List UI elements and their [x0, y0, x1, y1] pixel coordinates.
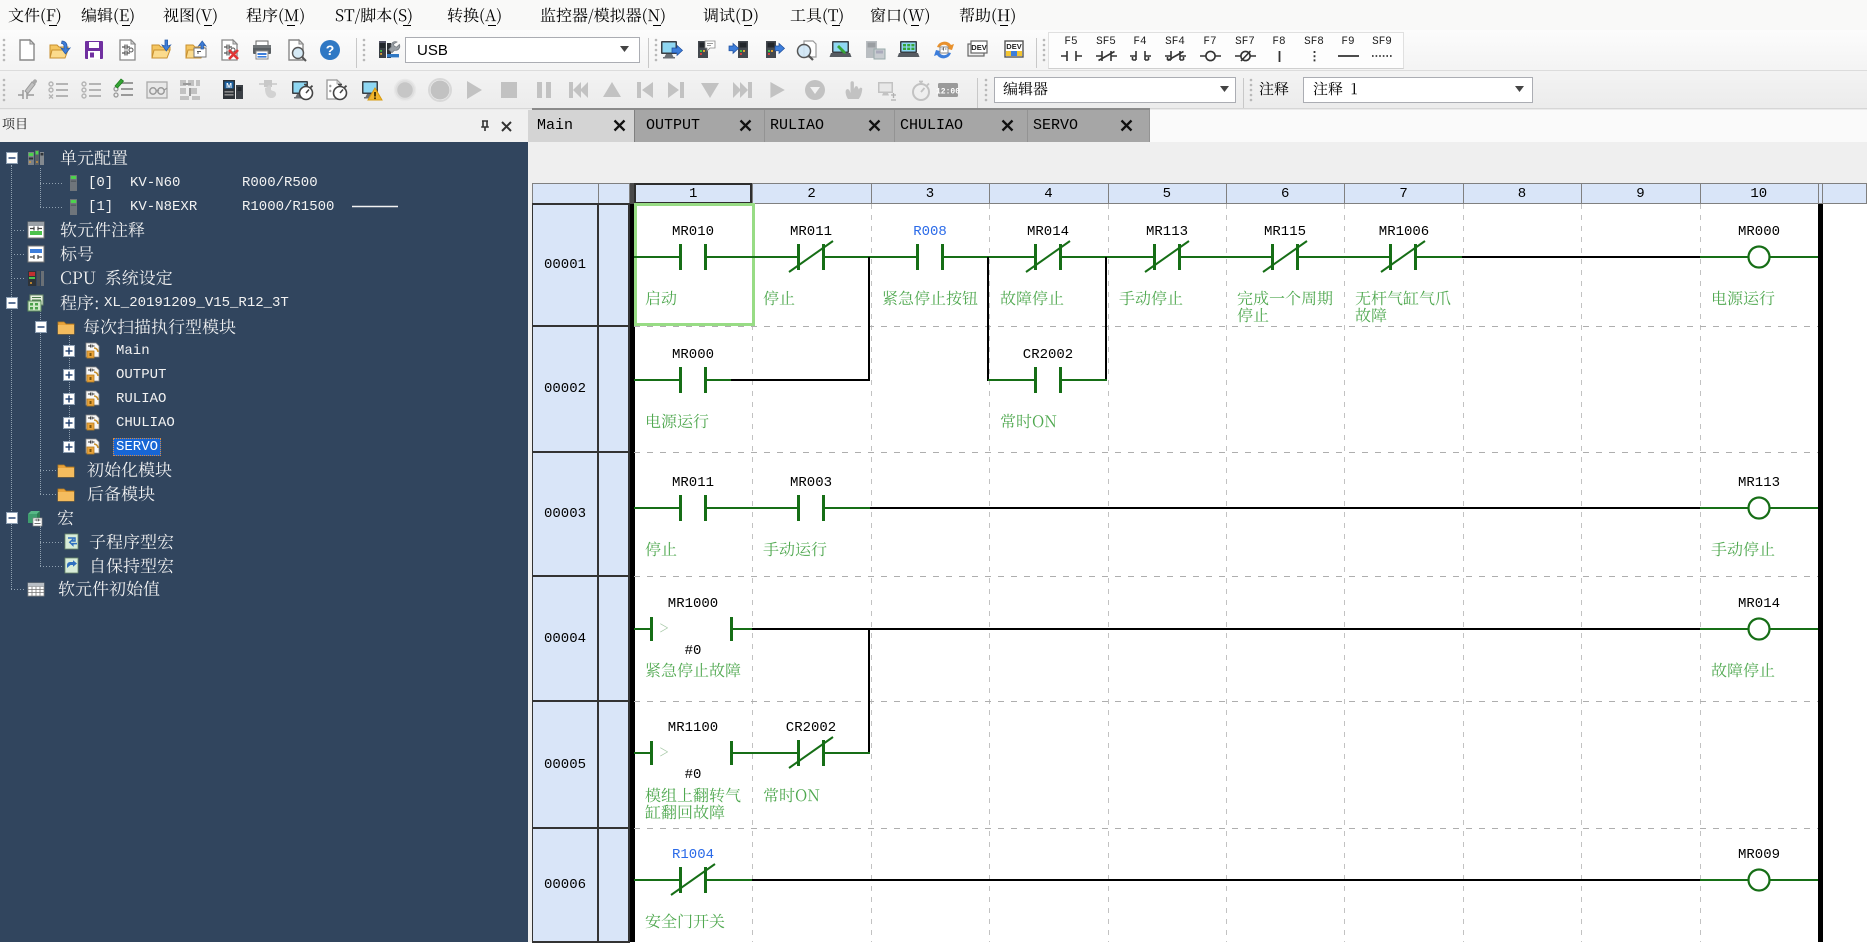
svg-text:?: ?: [326, 42, 335, 58]
svg-text:M: M: [226, 83, 232, 90]
svg-text:DEV: DEV: [1006, 42, 1021, 51]
svg-text:DEV: DEV: [971, 43, 986, 52]
svg-text:12:00: 12:00: [936, 88, 960, 97]
